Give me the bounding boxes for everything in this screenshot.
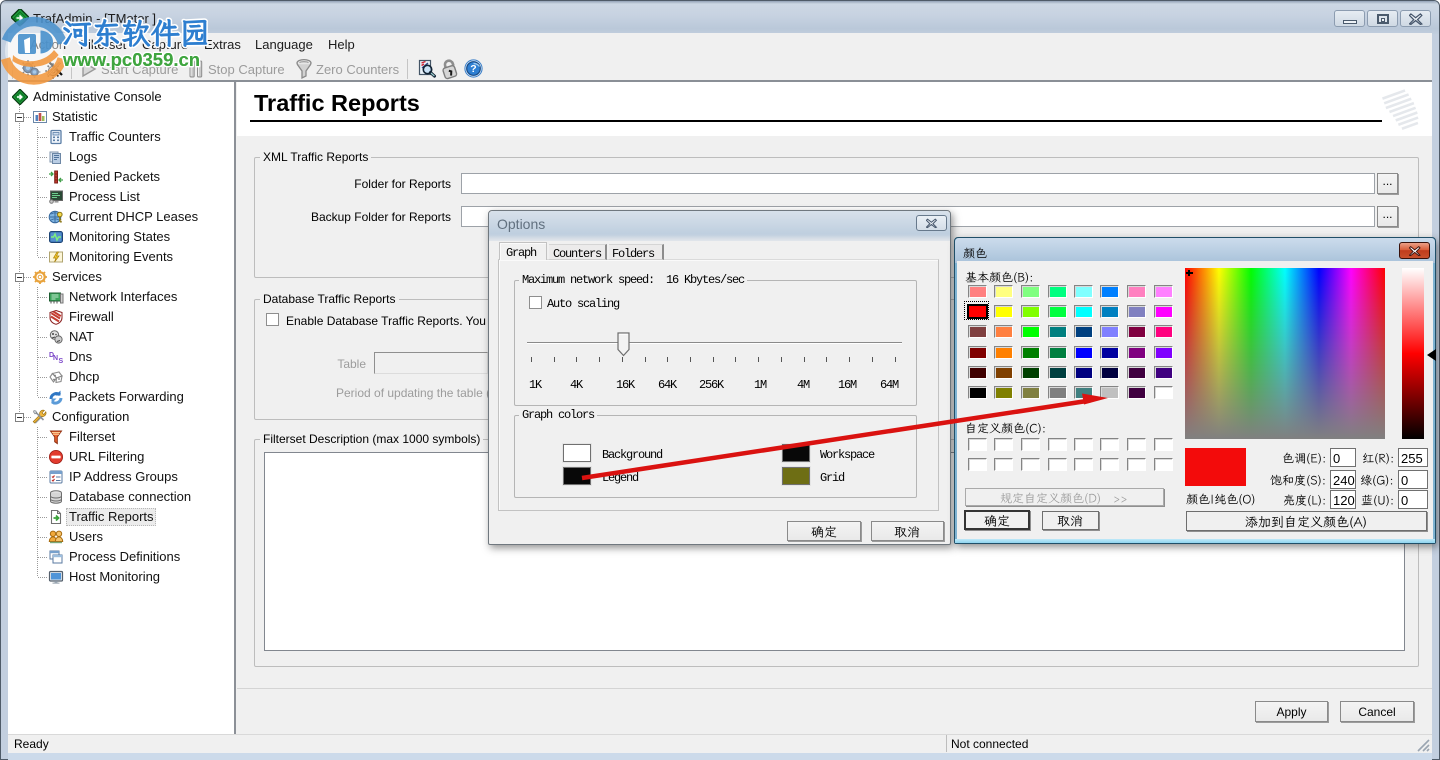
- svg-text:N: N: [53, 355, 58, 362]
- svg-text:?: ?: [470, 63, 476, 75]
- svg-text:S: S: [59, 358, 64, 365]
- svg-text:www.pc0359.cn: www.pc0359.cn: [62, 49, 200, 70]
